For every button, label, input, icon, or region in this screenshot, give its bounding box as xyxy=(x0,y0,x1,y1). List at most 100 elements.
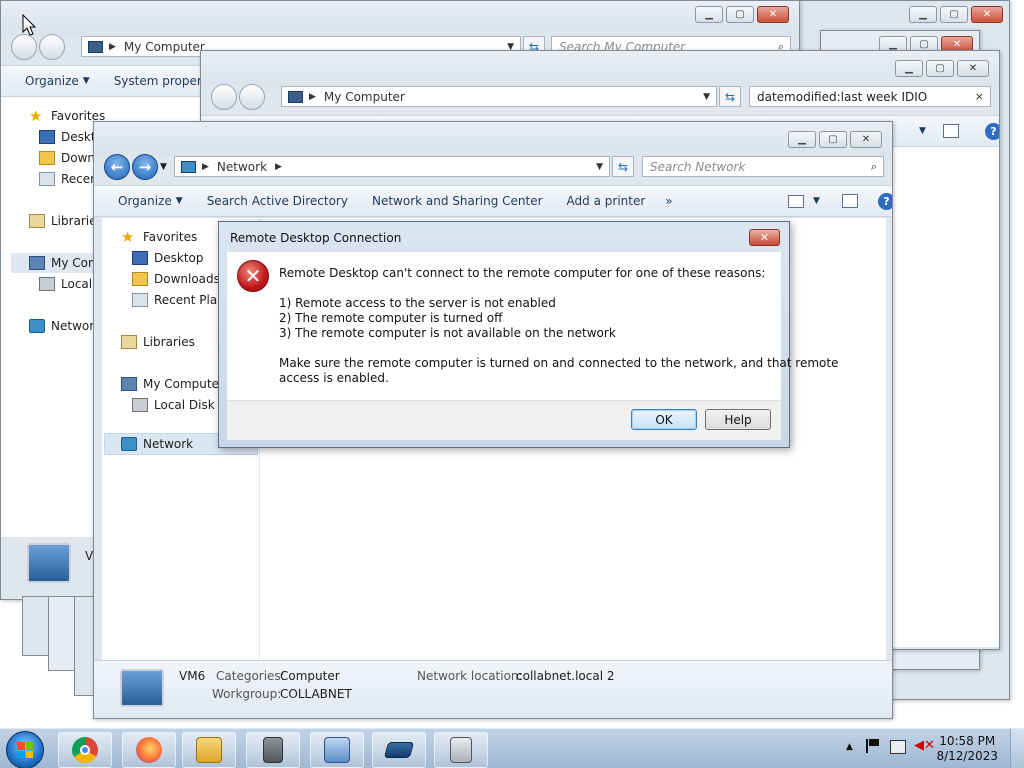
details-categories-label: Categories: xyxy=(216,669,285,683)
nav-my-computer[interactable]: My Com xyxy=(11,253,101,273)
taskbar-media[interactable] xyxy=(434,732,488,768)
network-tray-icon[interactable] xyxy=(890,740,906,754)
search-active-directory-button[interactable]: Search Active Directory xyxy=(207,194,348,208)
organize-button[interactable]: Organize xyxy=(118,194,172,208)
dialog-body: ✕ Remote Desktop can't connect to the re… xyxy=(227,252,838,400)
maximize-button[interactable]: ▢ xyxy=(726,6,754,23)
taskbar-powershell[interactable] xyxy=(372,732,426,768)
back-button[interactable]: ← xyxy=(104,154,130,180)
close-button[interactable]: ✕ xyxy=(957,60,989,77)
close-button[interactable]: ✕ xyxy=(757,6,789,23)
help-button[interactable]: Help xyxy=(705,409,771,430)
recent-pages-icon[interactable]: ▼ xyxy=(160,162,167,172)
nav-downloads[interactable]: Downloads xyxy=(132,272,220,286)
dialog-advice-line2: access is enabled. xyxy=(279,371,389,385)
organize-button[interactable]: Organize xyxy=(25,74,79,88)
dialog-reason: 1) Remote access to the server is not en… xyxy=(279,296,556,310)
system-properties-button[interactable]: System properti xyxy=(114,74,210,88)
forward-button[interactable] xyxy=(239,84,265,110)
chevron-down-icon[interactable]: ▼ xyxy=(703,92,710,102)
minimize-button[interactable]: ▁ xyxy=(788,131,816,148)
chevron-right-icon: ▶ xyxy=(109,41,116,52)
nav-downloads[interactable]: Downl xyxy=(39,151,98,165)
add-printer-button[interactable]: Add a printer xyxy=(567,194,646,208)
details-workgroup-label: Workgroup: xyxy=(212,687,282,701)
chevron-down-icon[interactable]: ▼ xyxy=(919,126,926,136)
maximize-button[interactable]: ▢ xyxy=(940,6,968,23)
taskbar-chrome[interactable] xyxy=(58,732,112,768)
network-icon xyxy=(121,437,137,451)
caption-buttons: ▁ ▢ ✕ xyxy=(695,6,789,23)
chevron-down-icon[interactable]: ▼ xyxy=(813,196,820,206)
details-pane: VM6 Categories: Computer Workgroup: COLL… xyxy=(94,660,892,718)
minimize-button[interactable]: ▁ xyxy=(895,60,923,77)
system-clock[interactable]: 10:58 PM 8/12/2023 xyxy=(936,734,998,764)
nav-favorites[interactable]: ★ Favorites xyxy=(121,230,197,245)
computer-icon xyxy=(288,90,303,103)
minimize-button[interactable]: ▁ xyxy=(909,6,937,23)
taskbar-firefox[interactable] xyxy=(122,732,176,768)
show-hidden-icons-button[interactable]: ▲ xyxy=(846,742,853,752)
search-input[interactable]: Search Network ⌕ xyxy=(642,156,884,177)
network-icon xyxy=(181,160,196,173)
dialog-reason: 3) The remote computer is not available … xyxy=(279,326,616,340)
chevron-down-icon: ▼ xyxy=(82,76,90,86)
details-name: V xyxy=(85,549,94,563)
nav-my-computer[interactable]: My Computer xyxy=(121,377,224,391)
back-button[interactable] xyxy=(211,84,237,110)
disk-icon xyxy=(132,398,148,412)
dialog-title: Remote Desktop Connection xyxy=(230,231,402,245)
taskbar-remote-desktop[interactable] xyxy=(310,732,364,768)
refresh-button[interactable]: ⇆ xyxy=(719,86,741,107)
start-button[interactable] xyxy=(6,731,44,768)
preview-pane-icon[interactable] xyxy=(943,124,959,138)
nav-local-disk[interactable]: Local Disk (C xyxy=(132,398,232,412)
network-sharing-center-button[interactable]: Network and Sharing Center xyxy=(372,194,543,208)
taskbar-explorer[interactable] xyxy=(182,732,236,768)
forward-button[interactable]: → xyxy=(132,154,158,180)
close-button[interactable]: ✕ xyxy=(971,6,1003,23)
address-bar[interactable]: ▶ Network ▶ ▼ xyxy=(174,156,610,177)
nav-network[interactable]: Network xyxy=(29,319,101,333)
back-button[interactable] xyxy=(11,34,37,60)
view-options-icon[interactable] xyxy=(788,194,804,208)
show-desktop-button[interactable] xyxy=(1010,729,1024,768)
chevron-down-icon[interactable]: ▼ xyxy=(596,162,603,172)
preview-pane-icon[interactable] xyxy=(842,194,858,208)
stack-caption-buttons: ▁ ▢ ✕ xyxy=(909,6,1003,23)
recent-places-icon xyxy=(132,293,148,307)
nav-libraries[interactable]: Libraries xyxy=(29,214,103,228)
search-input[interactable]: datemodified:last week IDIO × xyxy=(749,86,991,107)
nav-desktop[interactable]: Desktop xyxy=(132,251,204,265)
help-icon[interactable]: ? xyxy=(985,122,999,140)
maximize-button[interactable]: ▢ xyxy=(819,131,847,148)
libraries-icon xyxy=(29,214,45,228)
nav-label: Desktop xyxy=(154,251,204,265)
error-icon: ✕ xyxy=(237,260,269,292)
ok-button[interactable]: OK xyxy=(631,409,697,430)
clock-date: 8/12/2023 xyxy=(936,749,998,763)
action-center-icon[interactable] xyxy=(866,739,880,753)
network-icon xyxy=(29,319,45,333)
close-button[interactable]: ✕ xyxy=(850,131,882,148)
star-icon: ★ xyxy=(29,107,43,125)
minimize-button[interactable]: ▁ xyxy=(695,6,723,23)
address-bar[interactable]: ▶ My Computer ▼ xyxy=(281,86,717,107)
more-commands-button[interactable]: » xyxy=(665,194,672,208)
help-icon[interactable]: ? xyxy=(878,192,892,210)
dialog-close-button[interactable]: ✕ xyxy=(749,229,780,246)
chevron-right-icon: ▶ xyxy=(275,161,282,172)
recent-places-icon xyxy=(39,172,55,186)
nav-libraries[interactable]: Libraries xyxy=(121,335,195,349)
volume-muted-icon[interactable]: ◀✕ xyxy=(914,738,935,753)
details-location-label: Network location: xyxy=(417,669,523,683)
maximize-button[interactable]: ▢ xyxy=(926,60,954,77)
remote-desktop-error-dialog: Remote Desktop Connection ✕ ✕ Remote Des… xyxy=(218,221,838,448)
dialog-footer: OK Help xyxy=(227,400,781,440)
forward-button[interactable] xyxy=(39,34,65,60)
nav-recent-places[interactable]: Recent Place xyxy=(132,293,231,307)
computer-icon xyxy=(27,543,71,583)
taskbar-server-manager[interactable] xyxy=(246,732,300,768)
refresh-button[interactable]: ⇆ xyxy=(612,156,634,177)
clear-icon[interactable]: × xyxy=(975,90,984,103)
